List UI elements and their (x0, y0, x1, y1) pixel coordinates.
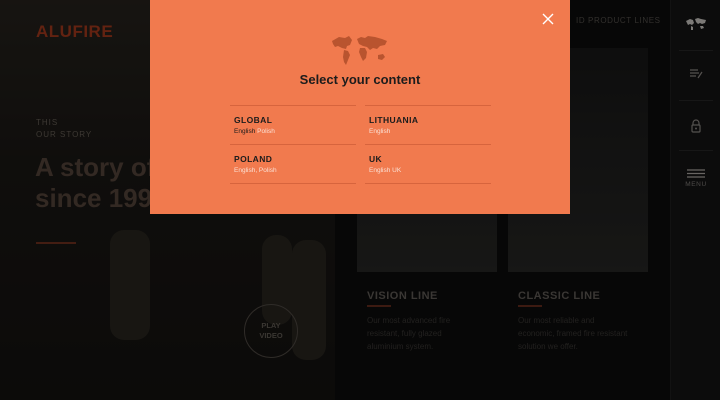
language-english-polish-link[interactable]: English, Polish (234, 167, 277, 174)
region-languages: English UK (369, 167, 401, 174)
content-selector-modal: Select your content GLOBAL English Polis… (150, 0, 570, 214)
region-uk[interactable]: UK English UK (365, 144, 491, 183)
region-global[interactable]: GLOBAL English Polish (230, 105, 356, 144)
world-map-icon (332, 36, 387, 65)
region-name: POLAND (234, 154, 273, 164)
language-english-uk-link[interactable]: English UK (369, 167, 401, 174)
language-english-link[interactable]: English (234, 128, 255, 135)
region-languages: English, Polish (234, 167, 277, 174)
region-divider (365, 183, 491, 184)
modal-title: Select your content (299, 72, 421, 87)
region-poland[interactable]: POLAND English, Polish (230, 144, 356, 183)
region-divider (230, 183, 356, 184)
language-english-link[interactable]: English (369, 128, 390, 135)
region-name: UK (369, 154, 383, 164)
close-icon (542, 13, 554, 25)
region-languages: English Polish (234, 128, 275, 135)
region-lithuania[interactable]: LITHUANIA English (365, 105, 491, 144)
region-languages: English (369, 128, 390, 135)
region-name: LITHUANIA (369, 115, 419, 125)
page: ALUFIRE THIS OUR STORY A story of excell… (0, 0, 720, 400)
region-name: GLOBAL (234, 115, 273, 125)
language-polish-link[interactable]: Polish (257, 128, 275, 135)
close-button[interactable] (540, 11, 556, 27)
